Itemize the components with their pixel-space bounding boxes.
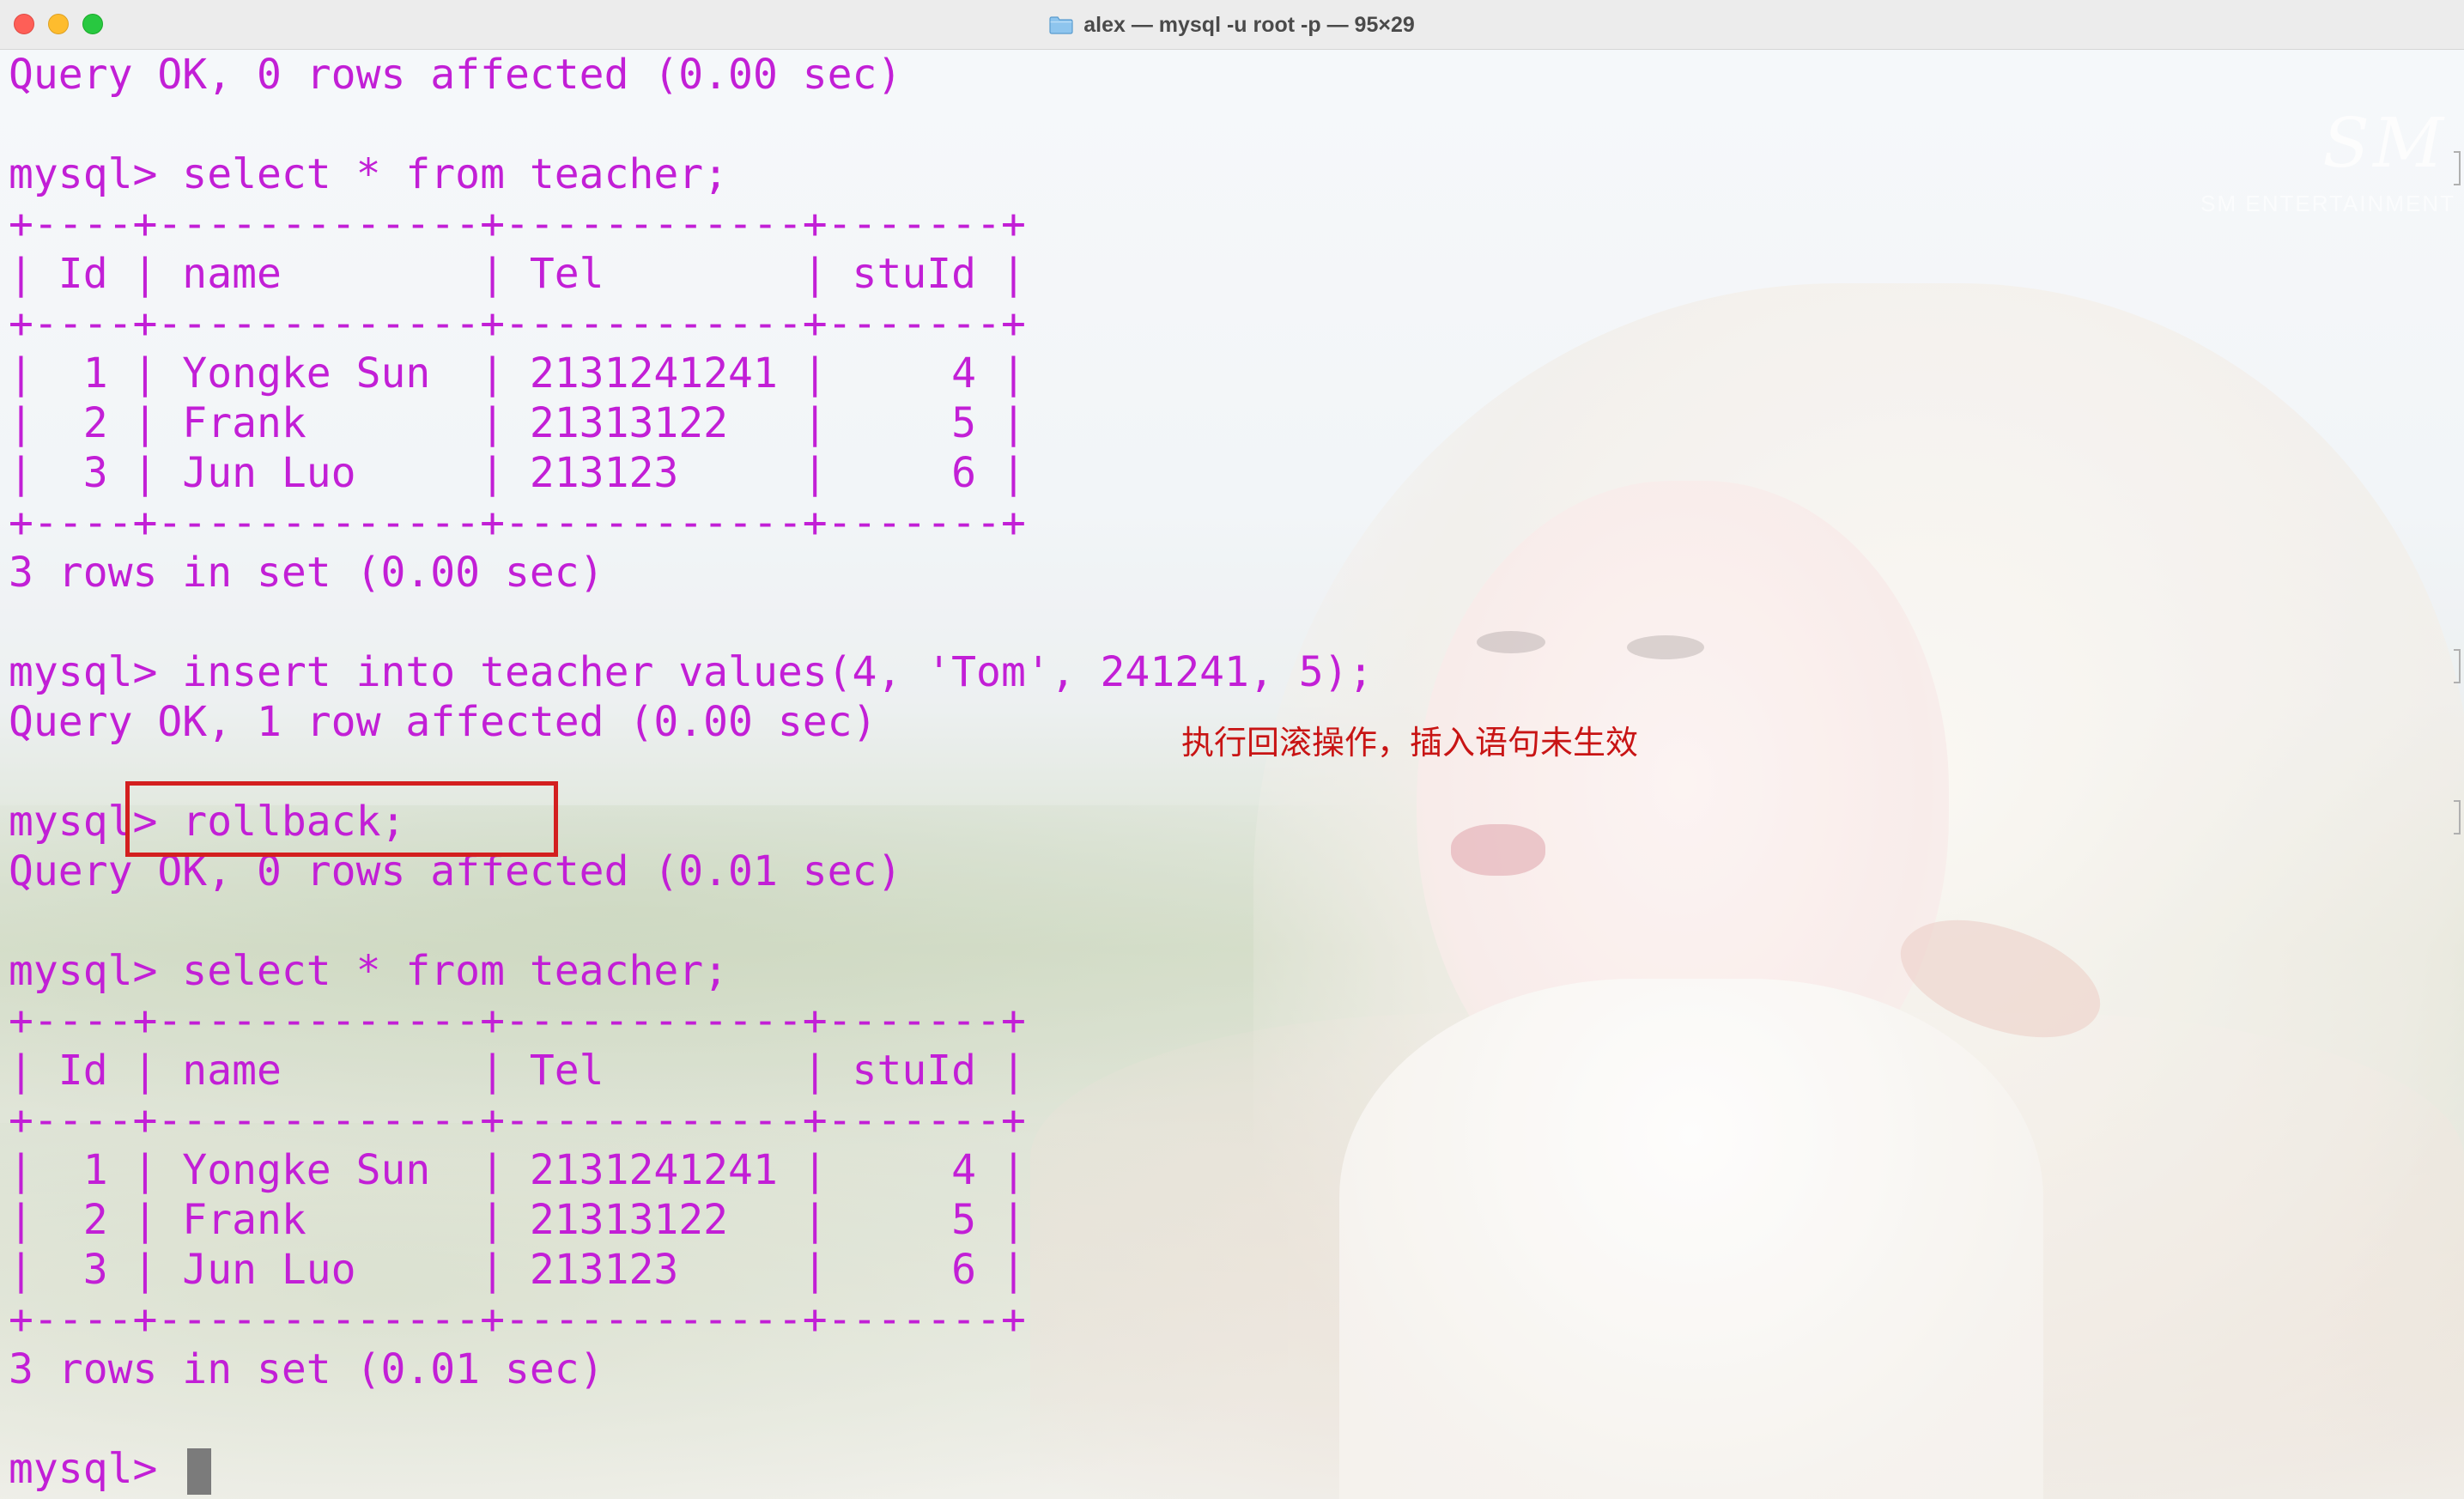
annotation-label: 执行回滚操作，插入语句未生效: [1181, 724, 1639, 762]
terminal-line-text: mysql>: [9, 1445, 183, 1493]
terminal-line: Query OK, 0 rows affected (0.00 sec): [9, 51, 902, 99]
terminal-line: 3 rows in set (0.00 sec): [9, 549, 604, 597]
minimize-window-button[interactable]: [48, 14, 69, 34]
terminal-line: +----+-------------+------------+-------…: [9, 200, 1026, 248]
zoom-window-button[interactable]: [82, 14, 103, 34]
terminal-line: | 1 | Yongke Sun | 2131241241 | 4 |: [9, 349, 1026, 398]
edge-mark: [2454, 649, 2461, 683]
folder-icon: [1049, 15, 1073, 34]
terminal-line: 3 rows in set (0.01 sec): [9, 1345, 604, 1393]
terminal-line: | 2 | Frank | 21313122 | 5 |: [9, 1196, 1026, 1244]
terminal-line: +----+-------------+------------+-------…: [9, 997, 1026, 1045]
terminal-line: | 3 | Jun Luo | 213123 | 6 |: [9, 1246, 1026, 1294]
text-cursor: [187, 1448, 212, 1495]
terminal-line: Query OK, 1 row affected (0.00 sec): [9, 698, 877, 746]
window-title: alex — mysql -u root -p — 95×29: [1083, 12, 1415, 37]
close-window-button[interactable]: [14, 14, 34, 34]
title-bar[interactable]: alex — mysql -u root -p — 95×29: [0, 0, 2464, 50]
terminal-output[interactable]: Query OK, 0 rows affected (0.00 sec) mysq…: [9, 50, 2455, 1499]
terminal-line: | 1 | Yongke Sun | 2131241241 | 4 |: [9, 1146, 1026, 1194]
edge-mark: [2454, 800, 2461, 834]
terminal-line: +----+-------------+------------+-------…: [9, 300, 1026, 348]
rollback-highlight-box: [125, 781, 558, 857]
terminal-prompt-line: mysql> insert into teacher values(4, 'To…: [9, 648, 1374, 696]
terminal-line: | Id | name | Tel | stuId |: [9, 1047, 1026, 1095]
terminal-line: | 2 | Frank | 21313122 | 5 |: [9, 399, 1026, 447]
terminal-line: | 3 | Jun Luo | 213123 | 6 |: [9, 449, 1026, 497]
terminal-window: SM SM ENTERTAINMENT alex — mysql -u root…: [0, 0, 2464, 1499]
edge-mark: [2454, 151, 2461, 185]
terminal-line: +----+-------------+------------+-------…: [9, 499, 1026, 547]
terminal-prompt-line: mysql>: [9, 1444, 212, 1495]
terminal-prompt-line: mysql> select * from teacher;: [9, 150, 729, 198]
terminal-prompt-line: mysql> select * from teacher;: [9, 947, 729, 995]
terminal-line: +----+-------------+------------+-------…: [9, 1096, 1026, 1144]
terminal-line: | Id | name | Tel | stuId |: [9, 250, 1026, 298]
terminal-line: +----+-------------+------------+-------…: [9, 1296, 1026, 1344]
